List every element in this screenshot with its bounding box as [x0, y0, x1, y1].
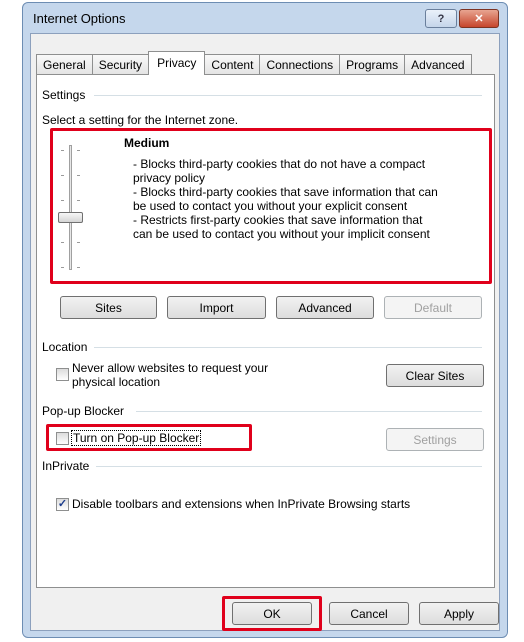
slider-tick — [77, 200, 80, 201]
zone-prompt: Select a setting for the Internet zone. — [42, 113, 239, 127]
default-button[interactable]: Default — [384, 296, 482, 319]
popup-settings-button-label: Settings — [413, 432, 457, 447]
cancel-button-label: Cancel — [350, 606, 388, 621]
never-allow-location-checkbox[interactable] — [56, 368, 69, 381]
title-bar[interactable]: Internet Options ? ✕ — [23, 3, 507, 33]
slider-tick — [61, 175, 64, 176]
tab-strip: General Security Privacy Content Connect… — [36, 51, 472, 75]
popup-blocker-checkbox[interactable] — [56, 432, 69, 445]
settings-divider — [94, 95, 482, 96]
never-allow-location-label: Never allow websites to request your — [72, 361, 269, 375]
clear-sites-button[interactable]: Clear Sites — [386, 364, 484, 387]
clear-sites-button-label: Clear Sites — [405, 368, 465, 383]
import-button-label: Import — [199, 300, 234, 315]
import-button[interactable]: Import — [167, 296, 266, 319]
close-icon: ✕ — [474, 13, 484, 25]
location-divider — [94, 347, 482, 348]
close-button[interactable]: ✕ — [459, 9, 499, 28]
tab-privacy[interactable]: Privacy — [148, 51, 206, 75]
disable-toolbars-label: Disable toolbars and extensions when InP… — [72, 497, 411, 511]
apply-button-label: Apply — [443, 606, 475, 621]
description-line: privacy policy — [133, 171, 206, 185]
tab-connections[interactable]: Connections — [259, 54, 341, 75]
internet-options-window: Internet Options ? ✕ General Security Pr… — [22, 2, 508, 638]
advanced-button[interactable]: Advanced — [276, 296, 374, 319]
disable-toolbars-checkbox[interactable]: ✓ — [56, 498, 69, 511]
never-allow-location-label-2: physical location — [72, 375, 161, 389]
check-mark-icon: ✓ — [57, 498, 68, 510]
sites-button-label: Sites — [95, 300, 122, 315]
popup-blocker-group-label: Pop-up Blocker — [42, 404, 125, 418]
slider-tick — [61, 200, 64, 201]
tab-general[interactable]: General — [36, 54, 93, 75]
ok-button-label: OK — [263, 606, 281, 621]
popup-blocker-label: Turn on Pop-up Blocker — [71, 430, 202, 446]
inprivate-divider — [96, 466, 482, 467]
description-line: - Blocks third-party cookies that save i… — [133, 185, 438, 199]
tab-content[interactable]: Content — [204, 54, 261, 75]
tab-programs[interactable]: Programs — [339, 54, 406, 75]
privacy-slider-thumb[interactable] — [58, 212, 83, 223]
description-line: be used to contact you without your expl… — [133, 199, 408, 213]
slider-tick — [61, 242, 64, 243]
privacy-level-description: - Blocks third-party cookies that do not… — [133, 157, 478, 241]
slider-tick — [77, 150, 80, 151]
settings-group-label: Settings — [42, 88, 86, 102]
apply-button[interactable]: Apply — [419, 602, 499, 625]
slider-tick — [77, 242, 80, 243]
description-line: - Restricts first-party cookies that sav… — [133, 213, 423, 227]
popup-settings-button[interactable]: Settings — [386, 428, 484, 451]
inprivate-group-label: InPrivate — [42, 459, 90, 473]
popup-blocker-divider — [136, 411, 482, 412]
description-line: can be used to contact you without your … — [133, 227, 430, 241]
window-title: Internet Options — [33, 11, 126, 26]
help-icon: ? — [437, 12, 445, 25]
slider-tick — [77, 267, 80, 268]
tab-security[interactable]: Security — [91, 54, 150, 75]
sites-button[interactable]: Sites — [60, 296, 157, 319]
help-button[interactable]: ? — [425, 9, 457, 28]
privacy-slider-track[interactable] — [69, 145, 72, 270]
default-button-label: Default — [413, 300, 453, 315]
tab-advanced[interactable]: Advanced — [404, 54, 472, 75]
advanced-button-label: Advanced — [298, 300, 352, 315]
slider-tick — [61, 150, 64, 151]
slider-tick — [61, 267, 64, 268]
description-line: - Blocks third-party cookies that do not… — [133, 157, 426, 171]
slider-tick — [77, 175, 80, 176]
cancel-button[interactable]: Cancel — [329, 602, 409, 625]
privacy-level-title: Medium — [124, 136, 170, 150]
ok-button[interactable]: OK — [232, 602, 312, 625]
location-group-label: Location — [42, 340, 88, 354]
